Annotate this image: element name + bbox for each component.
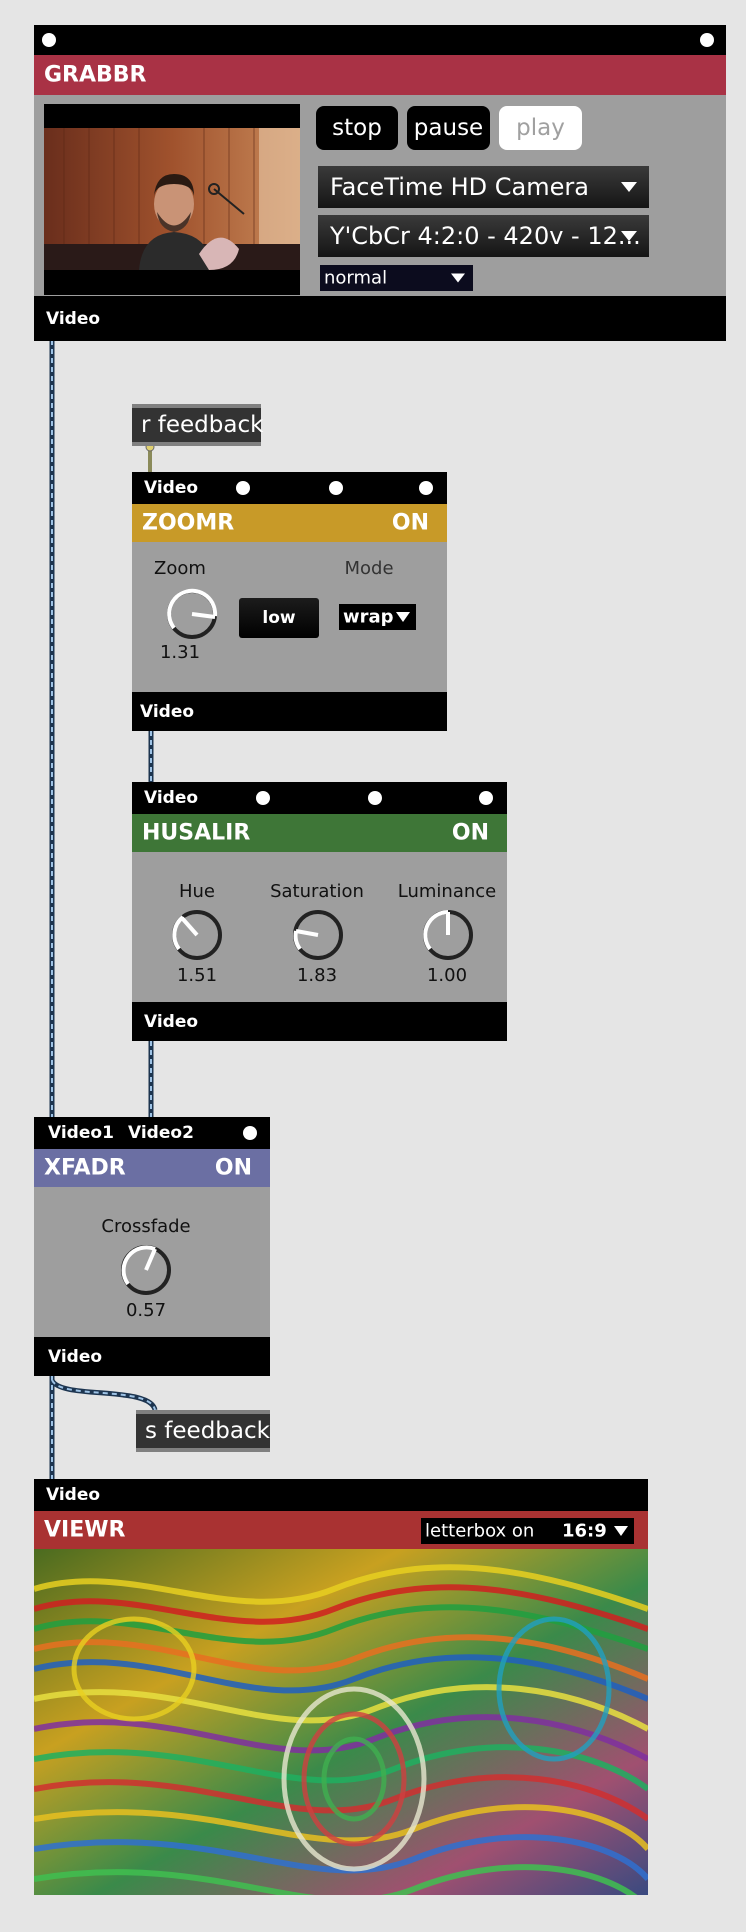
send-object[interactable]: s feedback xyxy=(136,1410,270,1452)
husalir-outlet-bar: Video xyxy=(132,1002,507,1041)
cord-xfadr-to-send xyxy=(49,1378,158,1412)
xfadr-inlet-bar: Video1 Video2 xyxy=(34,1117,270,1149)
format-select-value: Y'CbCr 4:2:0 - 420v - 12... xyxy=(330,222,641,250)
xfadr-inlet2-label: Video2 xyxy=(128,1123,194,1143)
saturation-label: Saturation xyxy=(270,881,364,902)
camera-preview-image xyxy=(44,128,300,270)
send-label: s feedback xyxy=(145,1418,270,1444)
zoomr-panel: Zoom 1.31 low Mode wrap xyxy=(132,542,447,692)
husalir-module: Video HUSALIR ON Hue 1.51 Saturation 1.8… xyxy=(132,782,507,1041)
zoomr-inlet-bar: Video xyxy=(132,472,447,504)
husalir-title: HUSALIR xyxy=(142,820,251,846)
viewr-inlet-bar: Video xyxy=(34,1479,648,1511)
mode-label: Mode xyxy=(344,558,394,579)
husalir-inlet-4[interactable] xyxy=(479,791,493,805)
saturation-knob[interactable] xyxy=(290,907,346,963)
letterbox-select-value: letterbox on xyxy=(425,1520,535,1542)
format-select[interactable]: Y'CbCr 4:2:0 - 420v - 12... xyxy=(318,215,649,257)
hue-value: 1.51 xyxy=(176,965,218,986)
zoomr-module: Video ZOOMR ON Zoom 1.31 low Mode wrap V… xyxy=(132,472,447,731)
crossfade-value: 0.57 xyxy=(125,1300,167,1321)
zoom-value: 1.31 xyxy=(159,642,201,663)
zoom-label: Zoom xyxy=(154,558,206,579)
wrap-select-value: wrap xyxy=(343,606,394,628)
zoom-knob[interactable] xyxy=(164,586,220,642)
chevron-down-icon xyxy=(396,612,410,622)
luminance-label: Luminance xyxy=(397,881,497,902)
zoomr-inlet-label: Video xyxy=(144,478,199,498)
xfadr-outlet-bar: Video xyxy=(34,1337,270,1376)
zoomr-title: ZOOMR xyxy=(142,510,235,536)
husalir-title-bar: HUSALIR ON xyxy=(132,814,507,852)
grabbr-outlet-label: Video xyxy=(46,308,101,329)
mode-select-value: normal xyxy=(324,267,388,289)
pause-button[interactable]: pause xyxy=(407,106,490,150)
husalir-inlet-label: Video xyxy=(144,788,199,808)
grabbr-title: GRABBR xyxy=(44,62,147,88)
zoomr-status[interactable]: ON xyxy=(392,511,429,536)
saturation-value: 1.83 xyxy=(296,965,338,986)
camera-select[interactable]: FaceTime HD Camera xyxy=(318,166,649,208)
receive-object[interactable]: r feedback xyxy=(132,404,264,446)
zoomr-inlet-2[interactable] xyxy=(236,481,250,495)
camera-select-value: FaceTime HD Camera xyxy=(330,173,589,201)
husalir-inlet-3[interactable] xyxy=(368,791,382,805)
chevron-down-icon xyxy=(614,1526,628,1536)
chevron-down-icon xyxy=(621,231,637,241)
husalir-panel: Hue 1.51 Saturation 1.83 Luminance 1.00 xyxy=(132,852,507,1002)
video-viewer xyxy=(34,1549,648,1895)
xfadr-title: XFADR xyxy=(44,1155,126,1181)
receive-label: r feedback xyxy=(141,412,264,438)
husalir-inlet-bar: Video xyxy=(132,782,507,814)
play-button[interactable]: play xyxy=(499,106,582,150)
hue-knob[interactable] xyxy=(169,907,225,963)
husalir-outlet-label: Video xyxy=(144,1011,199,1032)
xfadr-inlet1-label: Video1 xyxy=(48,1123,114,1143)
viewr-title-bar: VIEWR letterbox on 16:9 xyxy=(34,1511,648,1549)
grabbr-inlet-left[interactable] xyxy=(42,33,56,47)
wrap-select[interactable]: wrap xyxy=(339,604,416,630)
xfadr-status[interactable]: ON xyxy=(215,1156,252,1181)
quality-button[interactable]: low xyxy=(239,598,319,638)
grabbr-module: GRABBR stop pause play FaceTime HD Camer… xyxy=(34,25,726,341)
luminance-value: 1.00 xyxy=(426,965,468,986)
crossfade-label: Crossfade xyxy=(101,1216,191,1237)
zoomr-outlet-label: Video xyxy=(140,701,195,722)
hue-label: Hue xyxy=(178,881,216,902)
xfadr-outlet-label: Video xyxy=(48,1346,103,1367)
husalir-status[interactable]: ON xyxy=(452,821,489,846)
grabbr-outlet-bar: Video xyxy=(34,296,726,341)
aspect-select[interactable]: 16:9 xyxy=(558,1518,634,1544)
xfadr-title-bar: XFADR ON xyxy=(34,1149,270,1187)
crossfade-knob[interactable] xyxy=(118,1242,174,1298)
xfadr-module: Video1 Video2 XFADR ON Crossfade 0.57 Vi… xyxy=(34,1117,270,1376)
zoomr-title-bar: ZOOMR ON xyxy=(132,504,447,542)
zoomr-inlet-3[interactable] xyxy=(329,481,343,495)
stop-button[interactable]: stop xyxy=(316,106,398,150)
psychedelic-output-image xyxy=(34,1549,648,1895)
xfadr-panel: Crossfade 0.57 xyxy=(34,1187,270,1337)
grabbr-inlet-right[interactable] xyxy=(700,33,714,47)
mode-select[interactable]: normal xyxy=(320,265,473,291)
grabbr-panel: stop pause play FaceTime HD Camera Y'CbC… xyxy=(34,95,726,321)
viewr-inlet-label: Video xyxy=(46,1485,101,1505)
viewr-title: VIEWR xyxy=(44,1517,126,1543)
luminance-knob[interactable] xyxy=(420,907,476,963)
chevron-down-icon xyxy=(451,273,465,283)
viewr-module: Video VIEWR letterbox on 16:9 xyxy=(34,1479,648,1895)
husalir-inlet-2[interactable] xyxy=(256,791,270,805)
chevron-down-icon xyxy=(621,182,637,192)
grabbr-title-bar: GRABBR xyxy=(34,55,726,95)
aspect-select-value: 16:9 xyxy=(562,1520,607,1542)
zoomr-inlet-4[interactable] xyxy=(419,481,433,495)
xfadr-inlet-3[interactable] xyxy=(243,1126,257,1140)
zoomr-outlet-bar: Video xyxy=(132,692,447,731)
camera-preview xyxy=(44,104,300,295)
grabbr-inlet-bar xyxy=(34,25,726,55)
